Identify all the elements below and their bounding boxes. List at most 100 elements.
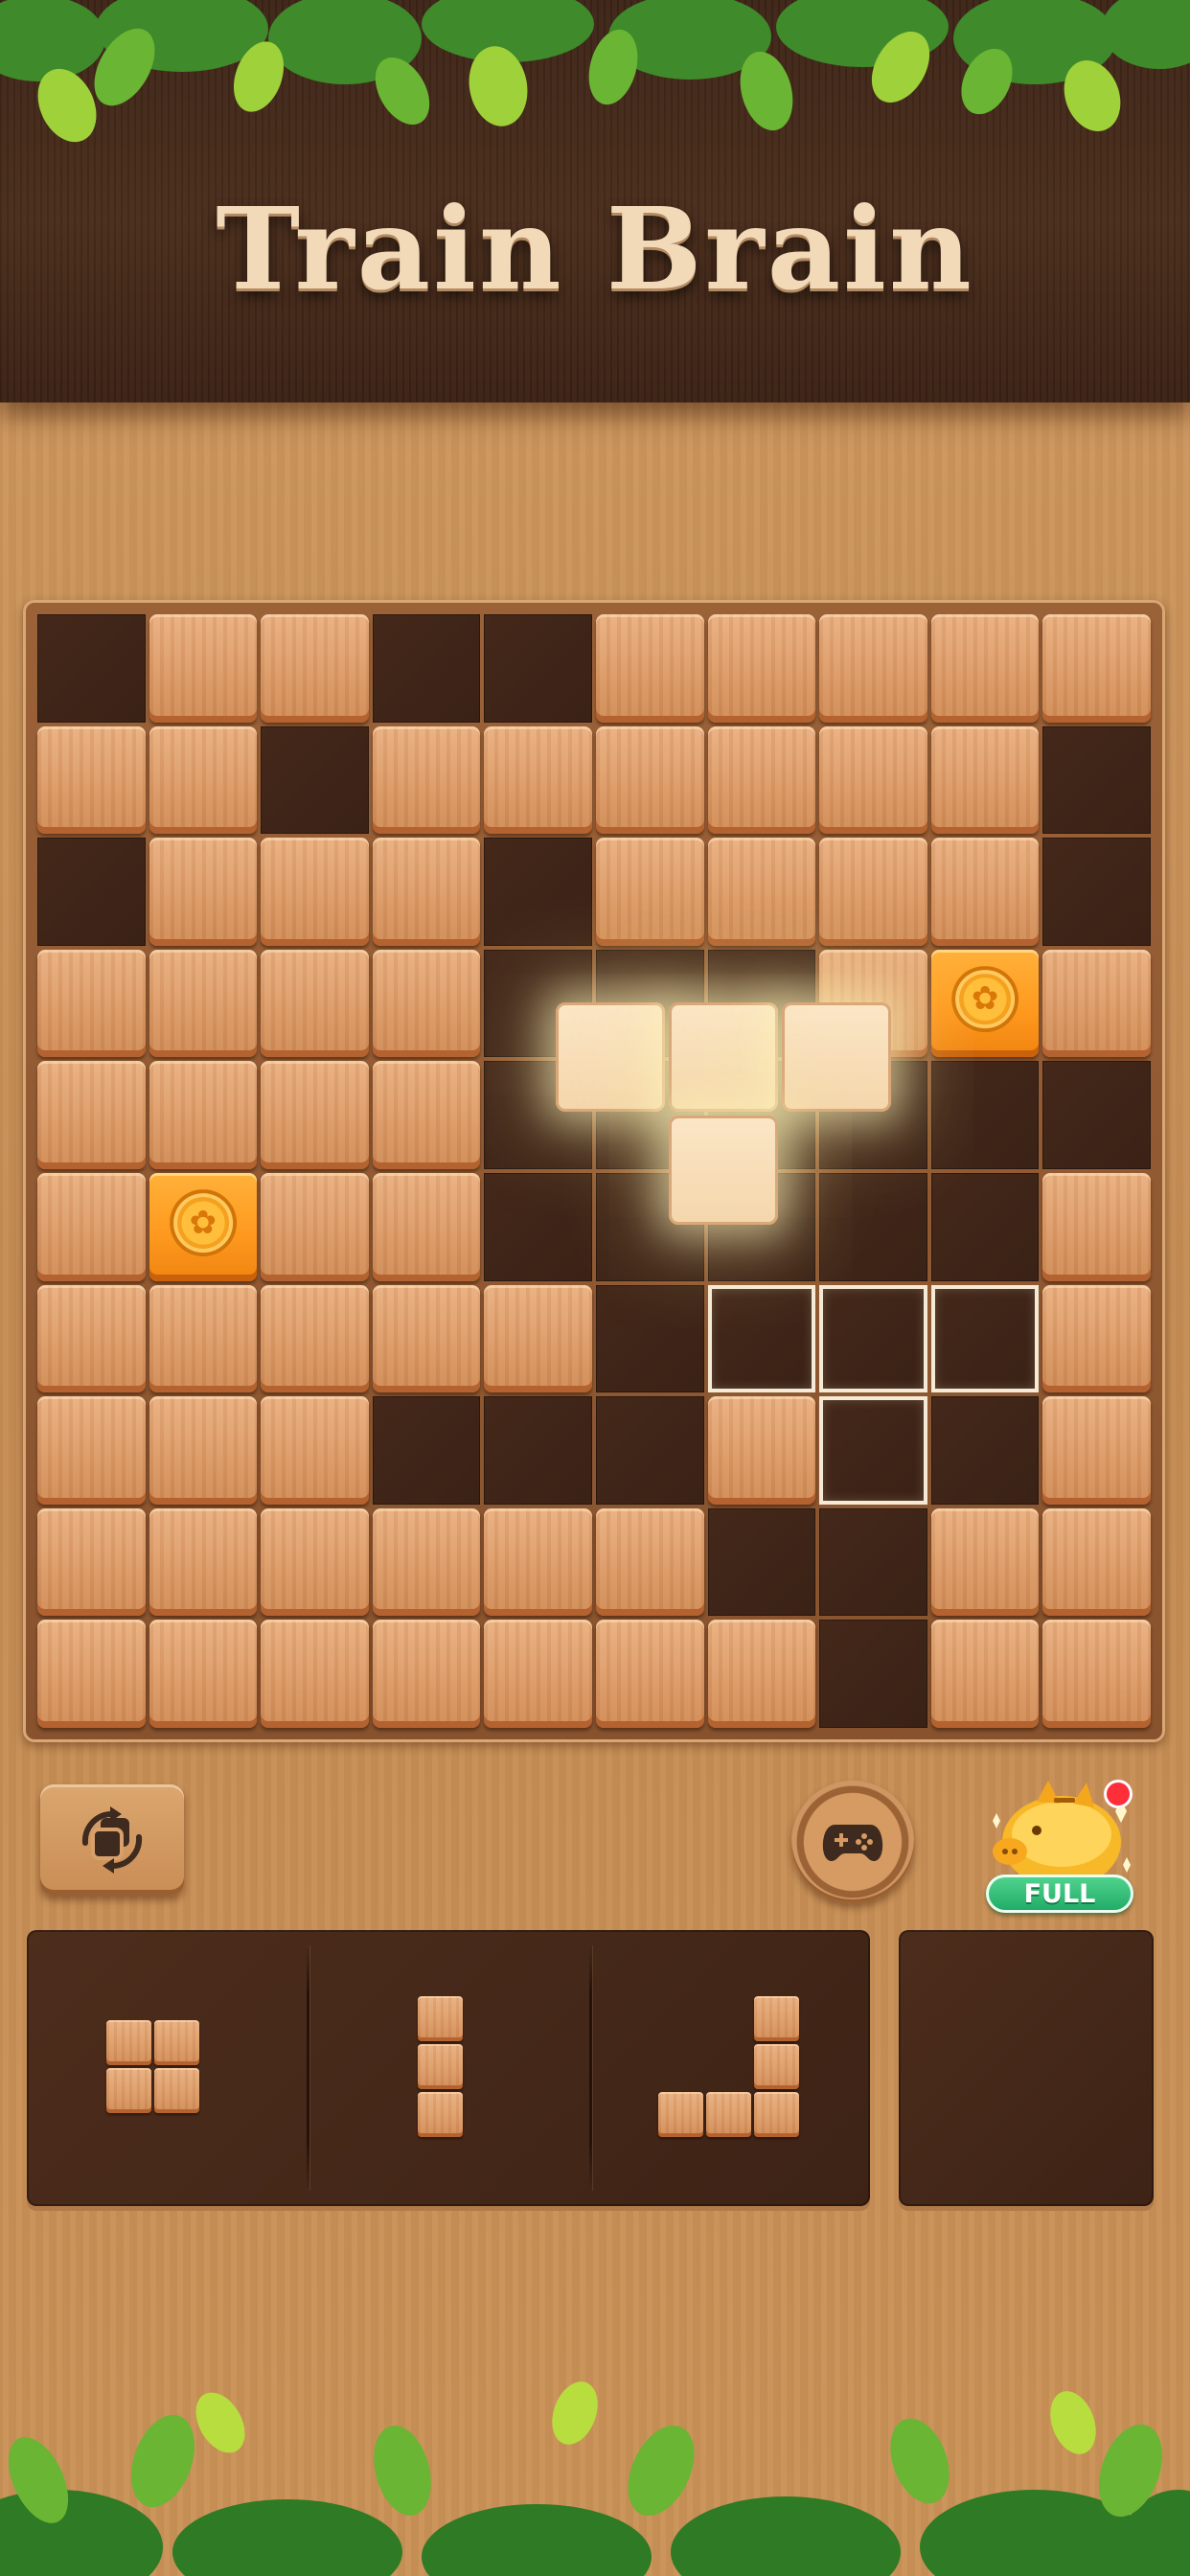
- wood-block: [261, 1396, 369, 1505]
- empty-cell: [484, 1061, 592, 1169]
- board-grid: [35, 612, 1153, 1730]
- tray-piece-block: [418, 2044, 463, 2089]
- wood-block: [1042, 614, 1151, 723]
- empty-cell: [707, 1061, 816, 1169]
- rotate-button[interactable]: [40, 1784, 184, 1896]
- wood-block: [484, 725, 592, 835]
- empty-cell: [596, 1173, 704, 1281]
- wood-block: [37, 1061, 146, 1169]
- piggy-bank-full-badge: FULL: [986, 1874, 1133, 1913]
- wood-block: [261, 1507, 369, 1617]
- tray-divider: [307, 1945, 309, 2191]
- empty-cell: [930, 1396, 1040, 1505]
- wood-block: [1042, 1507, 1151, 1617]
- wood-block: [930, 725, 1040, 835]
- empty-cell: [484, 1173, 592, 1281]
- wood-block: [37, 1173, 146, 1281]
- wood-block: [149, 1396, 258, 1505]
- wood-block: [372, 725, 481, 835]
- drop-target-cell: [930, 1284, 1040, 1393]
- tray-piece-block: [706, 2092, 751, 2137]
- game-button[interactable]: [791, 1781, 914, 1903]
- tray-piece-block: [754, 1996, 799, 2041]
- empty-cell: [596, 949, 704, 1058]
- wood-block: [372, 1173, 481, 1281]
- empty-cell: [596, 1396, 704, 1505]
- wood-block: [484, 1284, 592, 1393]
- tray-piece-block: [418, 2092, 463, 2137]
- empty-cell: [372, 1396, 481, 1505]
- wood-block: [149, 1620, 258, 1728]
- empty-cell: [819, 1620, 927, 1728]
- wood-block: [149, 838, 258, 946]
- wood-block: [596, 838, 704, 946]
- wood-block: [819, 614, 927, 723]
- hold-slot[interactable]: [899, 1930, 1154, 2206]
- tray-piece-block: [418, 1996, 463, 2041]
- wood-block: [707, 614, 816, 723]
- wood-block: [372, 1507, 481, 1617]
- wood-block: [484, 1620, 592, 1728]
- drop-target-cell: [707, 1284, 816, 1393]
- drop-target-cell: [819, 1396, 927, 1505]
- wood-block: [261, 949, 369, 1058]
- wood-block: [37, 949, 146, 1058]
- empty-cell: [1042, 725, 1151, 835]
- wood-block: [819, 838, 927, 946]
- empty-cell: [372, 614, 481, 723]
- wood-block: [819, 725, 927, 835]
- empty-cell: [596, 1284, 704, 1393]
- wood-block: [149, 614, 258, 723]
- empty-cell: [1042, 1061, 1151, 1169]
- wood-block: [596, 1507, 704, 1617]
- wood-block: [261, 1061, 369, 1169]
- wood-block: [149, 949, 258, 1058]
- wood-block: [37, 1620, 146, 1728]
- wood-block: [149, 1507, 258, 1617]
- wood-block: [37, 725, 146, 835]
- wood-block: [1042, 949, 1151, 1058]
- tray-piece-block: [658, 2092, 703, 2137]
- wood-block: [707, 838, 816, 946]
- empty-cell: [484, 949, 592, 1058]
- empty-cell: [707, 1507, 816, 1617]
- empty-cell: [37, 614, 146, 723]
- wood-block: [261, 838, 369, 946]
- wood-block: [261, 614, 369, 723]
- empty-cell: [484, 1396, 592, 1505]
- wood-block: [707, 1620, 816, 1728]
- empty-cell: [261, 725, 369, 835]
- empty-cell: [707, 949, 816, 1058]
- wood-block: [930, 614, 1040, 723]
- wood-block: [596, 1620, 704, 1728]
- empty-cell: [596, 1061, 704, 1169]
- wood-block: [596, 725, 704, 835]
- wood-block: [372, 1284, 481, 1393]
- empty-cell: [819, 1507, 927, 1617]
- leaves-top-decoration: [0, 0, 1190, 143]
- wood-block: [372, 1620, 481, 1728]
- rotate-icon: [81, 1806, 143, 1874]
- empty-cell: [484, 838, 592, 946]
- empty-cell: [37, 838, 146, 946]
- tray-divider: [589, 1945, 592, 2191]
- tray-piece-block: [154, 2020, 199, 2065]
- wood-block: [261, 1284, 369, 1393]
- empty-cell: [819, 1061, 927, 1169]
- tray-piece-block: [106, 2020, 151, 2065]
- wood-block: [930, 838, 1040, 946]
- wood-block: [372, 1061, 481, 1169]
- wood-block: [1042, 1396, 1151, 1505]
- wood-block: [372, 949, 481, 1058]
- wood-block: [819, 949, 927, 1058]
- game-board[interactable]: [23, 600, 1165, 1742]
- empty-cell: [707, 1173, 816, 1281]
- clover-coin-icon: [951, 965, 1018, 1033]
- wood-block: [707, 1396, 816, 1505]
- wood-block: [37, 1396, 146, 1505]
- empty-cell: [930, 1173, 1040, 1281]
- empty-cell: [819, 1173, 927, 1281]
- wood-block: [149, 725, 258, 835]
- page-title: Train Brain: [216, 182, 974, 315]
- empty-cell: [1042, 838, 1151, 946]
